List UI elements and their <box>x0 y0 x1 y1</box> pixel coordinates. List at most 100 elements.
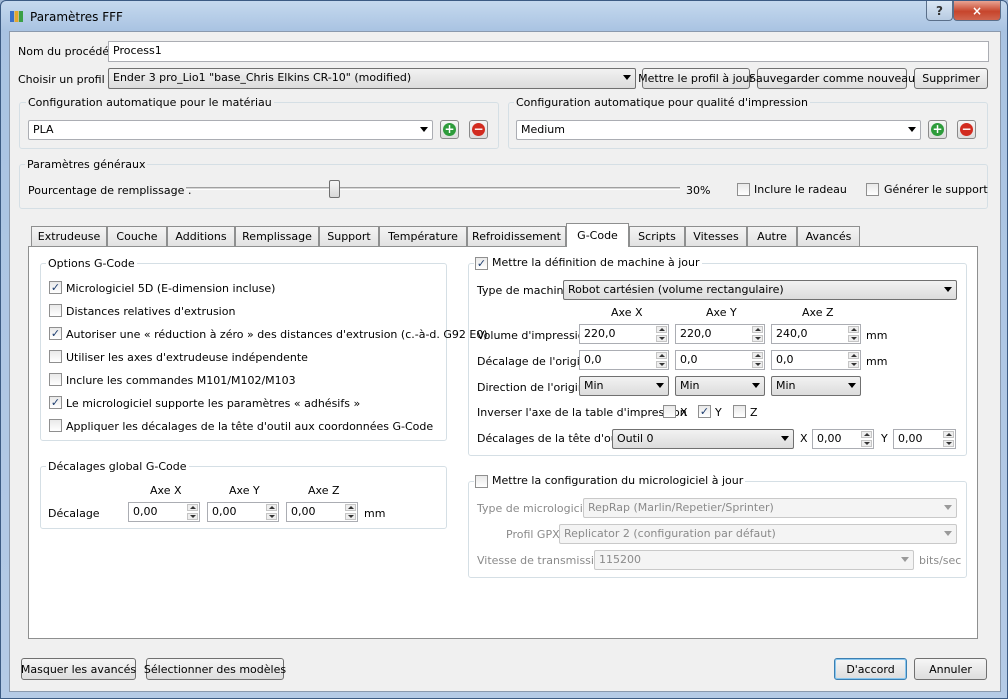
spin-up-icon[interactable] <box>848 326 859 333</box>
select-models-button[interactable]: Sélectionner des modèles <box>144 658 286 680</box>
app-icon <box>9 9 24 24</box>
spin-up-icon[interactable] <box>848 352 859 359</box>
origin-x-value: 0,0 <box>584 353 602 366</box>
gcode-option-checkbox[interactable] <box>49 373 62 386</box>
delete-profile-button[interactable]: Supprimer <box>914 68 988 89</box>
spin-up-icon[interactable] <box>861 431 872 438</box>
spin-up-icon[interactable] <box>656 352 667 359</box>
firmware-type-label: Type de micrologiciel <box>477 502 593 515</box>
volume-x-value: 220,0 <box>584 327 616 340</box>
tab-remplissage[interactable]: Remplissage <box>235 226 319 246</box>
origin-z-spinbox[interactable]: 0,0 <box>771 350 861 370</box>
toolhead-x-spinbox[interactable]: 0,00 <box>812 429 874 449</box>
gcode-option-checkbox[interactable]: ✓ <box>49 281 62 294</box>
machine-type-select[interactable]: Robot cartésien (volume rectangulaire) <box>563 280 957 300</box>
gcode-option-checkbox[interactable] <box>49 350 62 363</box>
spin-down-icon[interactable] <box>345 513 356 520</box>
material-select[interactable]: PLA <box>28 120 433 140</box>
gcode-option-label: Autoriser une « réduction à zéro » des d… <box>66 328 488 341</box>
gcode-option-checkbox[interactable] <box>49 419 62 432</box>
spin-down-icon[interactable] <box>656 335 667 342</box>
toolhead-select[interactable]: Outil 0 <box>612 429 794 449</box>
origin-y-spinbox[interactable]: 0,0 <box>675 350 765 370</box>
direction-y-value: Min <box>680 379 700 392</box>
add-material-button[interactable]: + <box>440 120 459 139</box>
spin-up-icon[interactable] <box>266 504 277 511</box>
firmware-type-select[interactable]: RepRap (Marlin/Repetier/Sprinter) <box>583 498 957 518</box>
tab-autre[interactable]: Autre <box>747 226 797 246</box>
infill-slider-thumb[interactable] <box>329 180 341 198</box>
offset-z-spinbox[interactable]: 0,00 <box>286 502 358 522</box>
raft-checkbox[interactable] <box>737 183 750 196</box>
spin-down-icon[interactable] <box>656 361 667 368</box>
chevron-down-icon <box>848 383 856 388</box>
spin-up-icon[interactable] <box>187 504 198 511</box>
ok-button[interactable]: D'accord <box>834 658 907 680</box>
spin-up-icon[interactable] <box>943 431 954 438</box>
tab-support[interactable]: Support <box>319 226 379 246</box>
spin-down-icon[interactable] <box>752 335 763 342</box>
baud-select[interactable]: 115200 <box>594 550 914 570</box>
direction-z-select[interactable]: Min <box>771 376 861 396</box>
toolhead-y-spinbox[interactable]: 0,00 <box>893 429 956 449</box>
tab-vitesses[interactable]: Vitesses <box>685 226 747 246</box>
spin-up-icon[interactable] <box>345 504 356 511</box>
spin-down-icon[interactable] <box>266 513 277 520</box>
invert-z-checkbox[interactable] <box>733 405 746 418</box>
invert-y-checkbox[interactable]: ✓ <box>698 405 711 418</box>
tab-g-code[interactable]: G-Code <box>566 223 629 247</box>
gcode-option-checkbox[interactable]: ✓ <box>49 396 62 409</box>
add-quality-button[interactable]: + <box>928 120 947 139</box>
tab-avanc-s[interactable]: Avancés <box>797 226 860 246</box>
hide-advanced-button[interactable]: Masquer les avancés <box>21 658 136 680</box>
offset-y-spinbox[interactable]: 0,00 <box>207 502 279 522</box>
process-name-input[interactable]: Process1 <box>108 41 989 62</box>
plus-icon: + <box>931 122 944 136</box>
gcode-option-checkbox[interactable]: ✓ <box>49 327 62 340</box>
direction-y-select[interactable]: Min <box>675 376 765 396</box>
tab-couche[interactable]: Couche <box>107 226 167 246</box>
spin-down-icon[interactable] <box>187 513 198 520</box>
spin-down-icon[interactable] <box>752 361 763 368</box>
origin-unit: mm <box>866 355 888 368</box>
origin-z-value: 0,0 <box>776 353 794 366</box>
origin-x-spinbox[interactable]: 0,0 <box>579 350 669 370</box>
volume-z-spinbox[interactable]: 240,0 <box>771 324 861 344</box>
invert-x-checkbox[interactable] <box>663 405 676 418</box>
quality-select[interactable]: Medium <box>516 120 921 140</box>
tab-temp-rature[interactable]: Température <box>379 226 467 246</box>
save-new-profile-button[interactable]: Sauvegarder comme nouveau <box>749 68 915 89</box>
tab-refroidissement[interactable]: Refroidissement <box>467 226 566 246</box>
help-button[interactable]: ? <box>926 1 953 21</box>
spin-up-icon[interactable] <box>752 352 763 359</box>
profile-select[interactable]: Ender 3 pro_Lio1 "base_Chris Elkins CR-1… <box>108 68 636 89</box>
update-profile-button[interactable]: Mettre le profil à jour <box>638 68 754 89</box>
spin-down-icon[interactable] <box>861 440 872 447</box>
remove-quality-button[interactable]: − <box>957 120 976 139</box>
gcode-option-checkbox[interactable] <box>49 304 62 317</box>
spin-up-icon[interactable] <box>752 326 763 333</box>
direction-x-select[interactable]: Min <box>579 376 669 396</box>
cancel-button[interactable]: Annuler <box>914 658 987 680</box>
spin-down-icon[interactable] <box>848 335 859 342</box>
baud-unit: bits/sec <box>919 554 962 567</box>
volume-y-spinbox[interactable]: 220,0 <box>675 324 765 344</box>
gpx-select[interactable]: Replicator 2 (configuration par défaut) <box>559 524 957 544</box>
offset-z-value: 0,00 <box>291 505 316 518</box>
spin-down-icon[interactable] <box>848 361 859 368</box>
close-button[interactable]: × <box>953 1 1001 21</box>
raft-label: Inclure le radeau <box>754 183 847 196</box>
support-checkbox[interactable] <box>866 183 879 196</box>
remove-material-button[interactable]: − <box>469 120 488 139</box>
machine-enable-checkbox[interactable]: ✓ <box>475 257 488 270</box>
spin-down-icon[interactable] <box>943 440 954 447</box>
tab-extrudeuse[interactable]: Extrudeuse <box>31 226 107 246</box>
infill-slider-track[interactable] <box>186 187 680 190</box>
spin-up-icon[interactable] <box>656 326 667 333</box>
volume-x-spinbox[interactable]: 220,0 <box>579 324 669 344</box>
chevron-down-icon <box>944 531 952 536</box>
tab-scripts[interactable]: Scripts <box>629 226 685 246</box>
tab-additions[interactable]: Additions <box>167 226 235 246</box>
offset-x-spinbox[interactable]: 0,00 <box>128 502 200 522</box>
firmware-enable-checkbox[interactable] <box>475 475 488 488</box>
